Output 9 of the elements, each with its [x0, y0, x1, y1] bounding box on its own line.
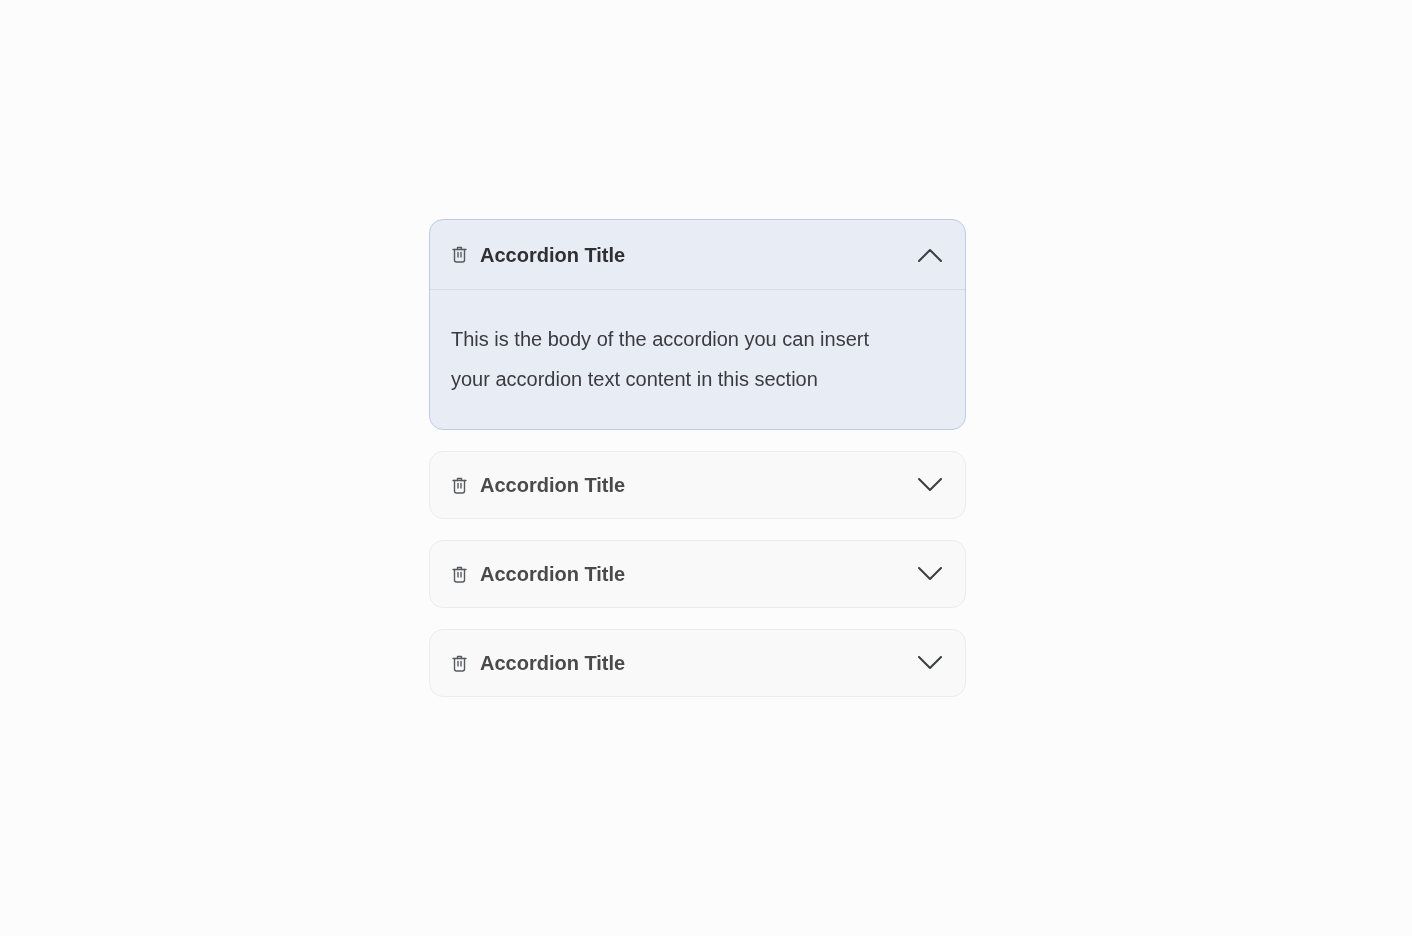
- trash-icon: [452, 246, 467, 263]
- accordion-header[interactable]: Accordion Title: [430, 541, 965, 607]
- trash-icon: [452, 565, 467, 583]
- accordion-header[interactable]: Accordion Title: [430, 630, 965, 696]
- accordion-body-text: This is the body of the accordion you can insert your accordion text content in this section: [451, 327, 870, 392]
- trash-icon: [452, 476, 467, 494]
- accordion-header[interactable]: Accordion Title: [430, 452, 965, 518]
- trash-icon: [452, 654, 467, 672]
- accordion-header[interactable]: Accordion Title: [430, 220, 965, 290]
